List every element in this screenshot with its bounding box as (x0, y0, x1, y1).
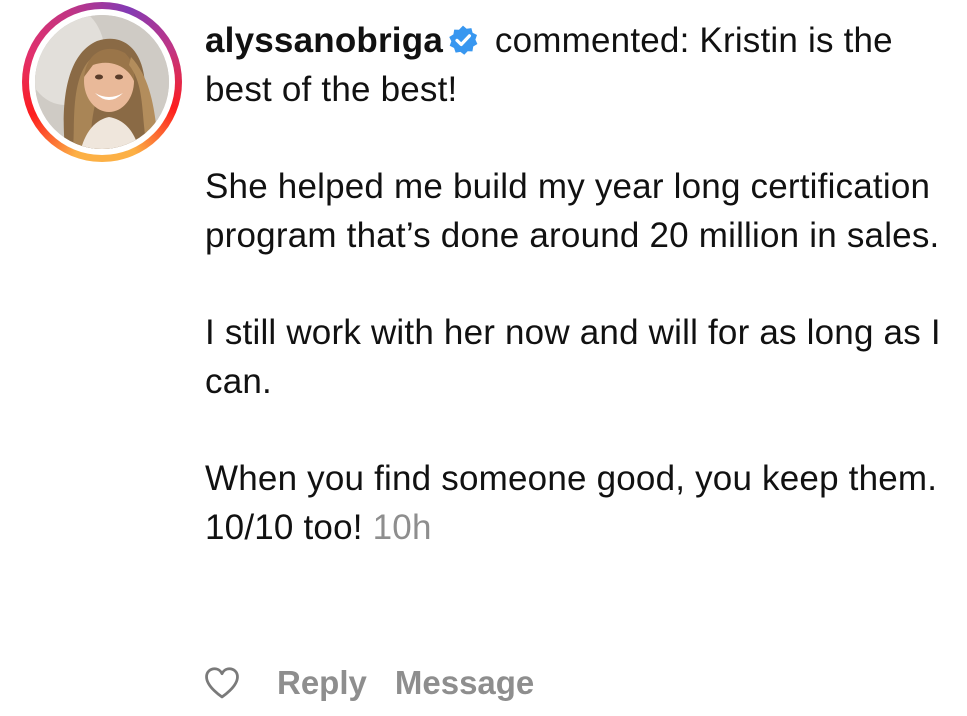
username-link[interactable]: alyssanobriga (205, 21, 443, 60)
comment-actions: Reply Message (203, 661, 562, 705)
message-button[interactable]: Message (395, 664, 534, 702)
heart-outline-icon[interactable] (203, 666, 241, 700)
avatar-ring-gap (29, 9, 175, 155)
comment-last-paragraph: When you find someone good, you keep the… (205, 454, 945, 552)
comment-first-paragraph: alyssanobriga commented: Kristin is the … (205, 16, 945, 114)
comment-text: When you find someone good, you keep the… (205, 459, 938, 547)
reply-button[interactable]: Reply (277, 664, 367, 702)
comment-verb: commented: (484, 21, 700, 60)
comment-body: alyssanobriga commented: Kristin is the … (205, 16, 945, 600)
avatar-portrait-image (35, 15, 169, 149)
avatar-story-ring[interactable] (22, 2, 182, 162)
comment-timestamp: 10h (372, 508, 432, 547)
comment-paragraph: She helped me build my year long certifi… (205, 167, 940, 255)
avatar[interactable] (35, 15, 169, 149)
comment-paragraph: I still work with her now and will for a… (205, 313, 941, 401)
verified-badge-icon (449, 25, 478, 55)
